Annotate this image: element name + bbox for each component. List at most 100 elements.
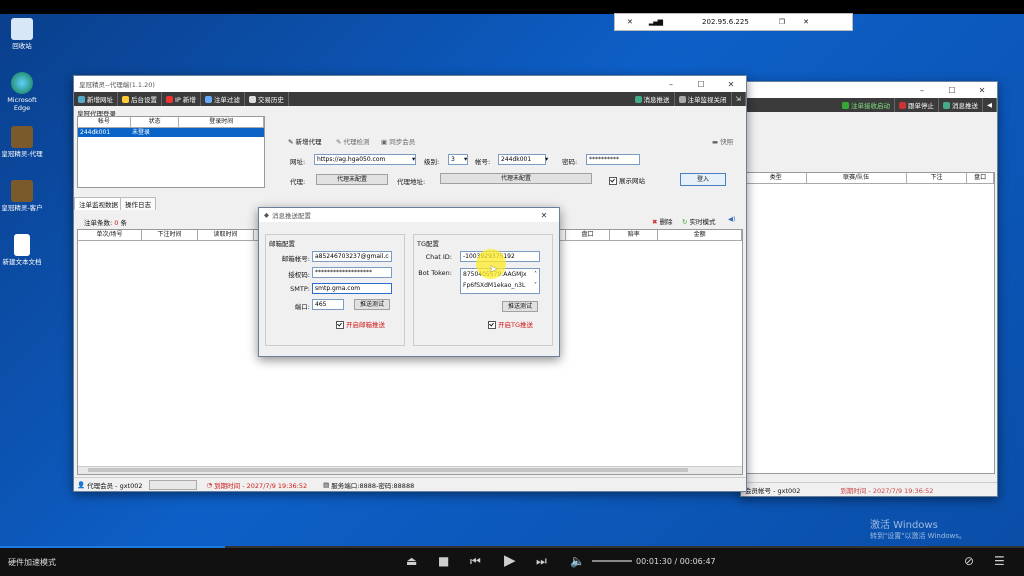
auth-code-field[interactable]: [312, 267, 392, 278]
col-status[interactable]: 状态: [131, 117, 180, 127]
minimize-icon[interactable]: –: [907, 86, 937, 95]
close-icon[interactable]: ✕: [803, 18, 809, 26]
col-bet-2[interactable]: 读取时间: [198, 230, 255, 240]
desktop-icon-client[interactable]: 皇冠精灵-客户: [0, 180, 44, 212]
next-icon[interactable]: ⏭: [536, 554, 547, 569]
tab-operation-log[interactable]: 操作日志: [120, 197, 156, 210]
globe-icon: [78, 95, 85, 103]
message-icon: [943, 101, 950, 109]
delete-button[interactable]: ✖ 删除: [652, 216, 673, 226]
show-site-checkbox[interactable]: 展示网站: [609, 175, 645, 185]
speaker-icon[interactable]: ◀: [983, 98, 997, 112]
desktop: 回收站 Microsoft Edge 皇冠精灵-代理 皇冠精灵-客户 新建文本文…: [0, 14, 1024, 546]
close-icon[interactable]: ✕: [716, 80, 746, 89]
col-bet-0[interactable]: 单次/场号: [78, 230, 142, 240]
volume-icon[interactable]: 🔈: [570, 554, 585, 568]
col-league[interactable]: 联赛/队伍: [807, 173, 907, 183]
realtime-button[interactable]: ↻ 实时模式: [682, 216, 716, 226]
menu-icon[interactable]: ☰: [994, 554, 1005, 568]
recycle-bin-icon: [11, 18, 33, 40]
col-bet[interactable]: 下注: [907, 173, 968, 183]
password-field[interactable]: [586, 154, 640, 165]
col-bet-9[interactable]: 赔率: [610, 230, 659, 240]
server-port: 服务端口:8888-密码:88888: [331, 481, 415, 490]
email-test-button[interactable]: 推送测试: [354, 299, 390, 310]
maximize-icon[interactable]: ☐: [937, 86, 967, 95]
stop-icon[interactable]: ■: [438, 554, 449, 568]
tab-sync-member[interactable]: ▣ 同步会员: [381, 136, 415, 146]
proxy-value[interactable]: 代理未配置: [316, 174, 388, 185]
table-row[interactable]: 244dk001 未登录: [78, 128, 264, 137]
smtp-field[interactable]: [312, 283, 392, 294]
client-toolbar: 注单接收启动 跟单停止 消息推送 ◀: [741, 98, 997, 112]
chevron-down-icon[interactable]: ▾: [545, 155, 548, 163]
tab-bet-monitor[interactable]: 注单监视数据: [74, 197, 123, 210]
col-account[interactable]: 帐号: [78, 117, 131, 127]
scroll-down-icon[interactable]: ˅: [534, 280, 537, 291]
filter-icon: [204, 95, 212, 103]
chevron-down-icon[interactable]: ▾: [412, 155, 415, 163]
volume-slider[interactable]: [592, 560, 632, 562]
previous-icon[interactable]: ⏮: [470, 554, 481, 569]
chevron-down-icon[interactable]: ▾: [464, 155, 467, 163]
progress-track[interactable]: [0, 546, 1024, 548]
col-bet-1[interactable]: 下注时间: [142, 230, 199, 240]
col-type[interactable]: 类型: [746, 173, 807, 183]
time-display: 00:01:30 / 00:06:47: [636, 557, 716, 566]
toolbar-message-push[interactable]: 消息推送: [631, 92, 675, 106]
restore-icon[interactable]: ❐: [779, 18, 785, 26]
settings-icon[interactable]: ⊘: [964, 554, 974, 568]
port-field[interactable]: [312, 299, 344, 310]
enable-tg-checkbox[interactable]: 开启TG推送: [488, 319, 533, 329]
toolbar-trade-history[interactable]: 交易历史: [245, 92, 289, 106]
login-grid: 帐号 状态 登录时间 244dk001 未登录: [77, 116, 265, 188]
toolbar-receive-start[interactable]: 注单接收启动: [838, 98, 895, 112]
email-account-field[interactable]: [312, 251, 392, 262]
toolbar-monitor-close[interactable]: 注单监视关闭: [675, 92, 732, 106]
screen: ✕ ▂▄▆ 202.95.6.225 ❐ ✕ 回收站 Microsoft Edg…: [0, 0, 1024, 576]
account-select[interactable]: [498, 154, 546, 165]
scroll-up-icon[interactable]: ˄: [534, 269, 537, 280]
tab-add-agent[interactable]: ✎ 新增代理: [288, 136, 322, 146]
level-label: 级别:: [424, 158, 440, 166]
login-button[interactable]: 登入: [680, 173, 726, 186]
toolbar-bet-filter[interactable]: 注单过滤: [201, 92, 245, 106]
eject-icon[interactable]: ⏏: [406, 554, 417, 568]
ip-icon: [166, 95, 173, 103]
maximize-icon[interactable]: ☐: [686, 80, 716, 89]
toolbar-add-url[interactable]: 新增网址: [74, 92, 118, 106]
history-icon: [248, 95, 256, 103]
play-icon[interactable]: ▶: [504, 551, 516, 569]
toolbar-backend-settings[interactable]: 后台设置: [118, 92, 162, 106]
speaker-icon[interactable]: ◀): [728, 215, 736, 223]
tg-test-button[interactable]: 推送测试: [502, 301, 538, 312]
tab-agent-check[interactable]: ✎ 代理检测: [336, 136, 370, 146]
col-bet-8[interactable]: 盘口: [566, 230, 611, 240]
minimize-icon[interactable]: –: [656, 80, 686, 89]
snapshot-button[interactable]: ▬ 快照: [712, 136, 733, 146]
port-label: 端口:: [294, 303, 310, 311]
desktop-icon-recycle[interactable]: 回收站: [0, 18, 44, 50]
col-handicap[interactable]: 盘口: [967, 173, 994, 183]
desktop-icon-agent[interactable]: 皇冠精灵-代理: [0, 126, 44, 158]
col-bet-10[interactable]: 金额: [658, 230, 742, 240]
col-login-time[interactable]: 登录时间: [179, 117, 264, 127]
status-box: [148, 479, 197, 490]
close-icon[interactable]: ✕: [967, 86, 997, 95]
horizontal-scrollbar[interactable]: [78, 466, 742, 474]
desktop-icon-edge[interactable]: Microsoft Edge: [0, 72, 44, 112]
proxy-address-value[interactable]: 代理未配置: [440, 173, 592, 184]
network-bar: ✕ ▂▄▆ 202.95.6.225 ❐ ✕: [614, 13, 853, 31]
proxy-address-label: 代理地址:: [397, 178, 426, 186]
no-wifi-icon[interactable]: ✕: [627, 18, 633, 26]
toolbar-message-push[interactable]: 消息推送: [939, 98, 983, 112]
close-icon[interactable]: ✕: [529, 211, 559, 220]
crown-icon: [11, 180, 33, 202]
exit-icon[interactable]: ⇲: [732, 92, 746, 106]
enable-email-checkbox[interactable]: 开启邮箱推送: [336, 319, 385, 329]
url-select[interactable]: [314, 154, 416, 165]
toolbar-follow-stop[interactable]: 跟单停止: [895, 98, 939, 112]
agent-expire: 到期时间 - 2027/7/9 19:36:52: [214, 481, 308, 490]
toolbar-ip-add[interactable]: IP 新增: [162, 92, 201, 106]
desktop-icon-textfile[interactable]: 新建文本文档: [0, 234, 44, 266]
